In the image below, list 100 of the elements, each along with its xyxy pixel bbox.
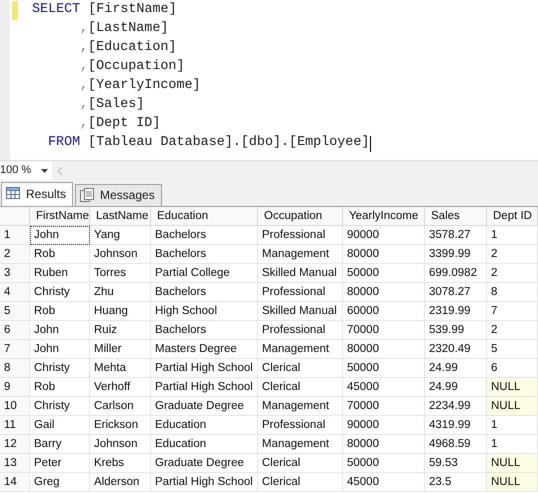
table-cell: Partial High School bbox=[151, 473, 258, 492]
table-cell: Management bbox=[258, 397, 343, 416]
column-header: Sales bbox=[425, 207, 487, 226]
table-cell: Partial High School bbox=[151, 378, 258, 397]
table-cell: Verhoff bbox=[90, 378, 151, 397]
table-cell: 2 bbox=[487, 264, 538, 283]
row-number: 13 bbox=[0, 454, 30, 473]
table-cell: 3078.27 bbox=[425, 283, 487, 302]
table-cell: 50000 bbox=[343, 264, 425, 283]
sql-identifier: [Tableau Database].[dbo].[Employee] bbox=[88, 134, 370, 152]
table-cell: 24.99 bbox=[425, 359, 487, 378]
row-number: 11 bbox=[0, 416, 30, 435]
table-cell: Christy bbox=[30, 283, 90, 302]
table-cell: 4968.59 bbox=[425, 435, 487, 454]
comma-mark: , bbox=[80, 58, 88, 76]
table-cell: Clerical bbox=[258, 454, 343, 473]
table-cell: 2 bbox=[487, 321, 538, 340]
column-header: YearlyIncome bbox=[343, 207, 425, 226]
table-cell: 70000 bbox=[343, 397, 425, 416]
table-cell: 60000 bbox=[343, 302, 425, 321]
sql-identifier: [Dept ID] bbox=[88, 115, 160, 134]
scroll-left-icon[interactable] bbox=[58, 166, 64, 174]
table-cell: Partial College bbox=[151, 264, 258, 283]
results-tab[interactable]: Results bbox=[1, 182, 74, 206]
table-cell: NULL bbox=[487, 473, 538, 492]
text-cursor bbox=[370, 136, 372, 152]
table-cell: 90000 bbox=[343, 226, 425, 245]
zoom-value: 100 % bbox=[0, 163, 32, 178]
table-cell: John bbox=[30, 321, 90, 340]
table-cell: Mehta bbox=[90, 359, 151, 378]
table-cell: Graduate Degree bbox=[151, 454, 258, 473]
row-number: 10 bbox=[0, 397, 30, 416]
sql-identifier: [FirstName] bbox=[88, 1, 177, 20]
table-cell: Ruiz bbox=[90, 321, 151, 340]
table-cell: Education bbox=[151, 416, 258, 435]
table-cell: 2 bbox=[487, 245, 538, 264]
table-cell: Alderson bbox=[90, 473, 151, 492]
table-cell: 1 bbox=[487, 226, 538, 245]
comma-mark: , bbox=[80, 39, 88, 58]
results-tab[interactable]: Messages bbox=[75, 184, 162, 206]
table-cell: Christy bbox=[30, 397, 90, 416]
table-cell: Christy bbox=[30, 359, 90, 378]
table-cell: Ruben bbox=[30, 264, 90, 283]
table-cell: Professional bbox=[258, 321, 343, 340]
table-cell: Skilled Manual bbox=[258, 302, 343, 321]
table-cell: Clerical bbox=[258, 378, 343, 397]
table-cell: Professional bbox=[258, 226, 343, 245]
table-cell: Bachelors bbox=[151, 321, 258, 340]
table-cell: Gail bbox=[30, 416, 90, 435]
comma-mark: , bbox=[80, 96, 88, 114]
table-cell: Education bbox=[151, 435, 258, 454]
table-cell: Masters Degree bbox=[151, 340, 258, 359]
table-cell: 3578.27 bbox=[425, 226, 487, 245]
table-cell: Management bbox=[258, 435, 343, 454]
table-cell: Yang bbox=[90, 226, 151, 245]
table-cell: 8 bbox=[487, 283, 538, 302]
table-cell: 70000 bbox=[343, 321, 425, 340]
row-number: 1 bbox=[0, 226, 30, 245]
table-cell: Johnson bbox=[90, 245, 151, 264]
table-cell: 7 bbox=[487, 302, 538, 321]
table-cell: Barry bbox=[30, 435, 90, 454]
table-cell: NULL bbox=[487, 454, 538, 473]
row-number: 14 bbox=[0, 473, 30, 492]
table-cell: Rob bbox=[30, 378, 90, 397]
row-number: 9 bbox=[0, 378, 30, 397]
documents-icon bbox=[80, 188, 94, 202]
table-cell: 50000 bbox=[343, 454, 425, 473]
table-cell: Rob bbox=[30, 302, 90, 321]
table-cell: Peter bbox=[30, 454, 90, 473]
row-number: 7 bbox=[0, 340, 30, 359]
table-cell: 1 bbox=[487, 416, 538, 435]
table-cell: Miller bbox=[90, 340, 151, 359]
column-header: Occupation bbox=[258, 207, 343, 226]
table-cell: 90000 bbox=[343, 416, 425, 435]
table-cell: 539.99 bbox=[425, 321, 487, 340]
table-cell: Management bbox=[258, 245, 343, 264]
comma-mark: , bbox=[80, 20, 88, 38]
row-number: 12 bbox=[0, 435, 30, 454]
table-cell: Krebs bbox=[90, 454, 151, 473]
table-cell: Greg bbox=[30, 473, 90, 492]
caret-icon bbox=[41, 168, 48, 172]
row-number: 2 bbox=[0, 245, 30, 264]
sql-identifier: [Occupation] bbox=[88, 58, 184, 76]
table-cell: Professional bbox=[258, 416, 343, 435]
table-cell: John bbox=[30, 340, 90, 359]
table-cell: 45000 bbox=[343, 473, 425, 492]
row-number: 6 bbox=[0, 321, 30, 340]
table-cell: Bachelors bbox=[151, 283, 258, 302]
zoom-dropdown[interactable]: 100 % bbox=[0, 162, 52, 180]
table-cell: 3399.99 bbox=[425, 245, 487, 264]
sql-identifier: [YearlyIncome] bbox=[88, 77, 201, 96]
table-cell: NULL bbox=[487, 397, 538, 416]
row-number: 5 bbox=[0, 302, 30, 321]
column-header: FirstName bbox=[30, 207, 90, 226]
table-cell: John bbox=[30, 226, 90, 245]
table-cell: Erickson bbox=[90, 416, 151, 435]
sql-keyword: SELECT bbox=[32, 1, 80, 20]
column-header: Dept ID bbox=[487, 207, 538, 226]
table-cell: 80000 bbox=[343, 283, 425, 302]
table-cell: Rob bbox=[30, 245, 90, 264]
